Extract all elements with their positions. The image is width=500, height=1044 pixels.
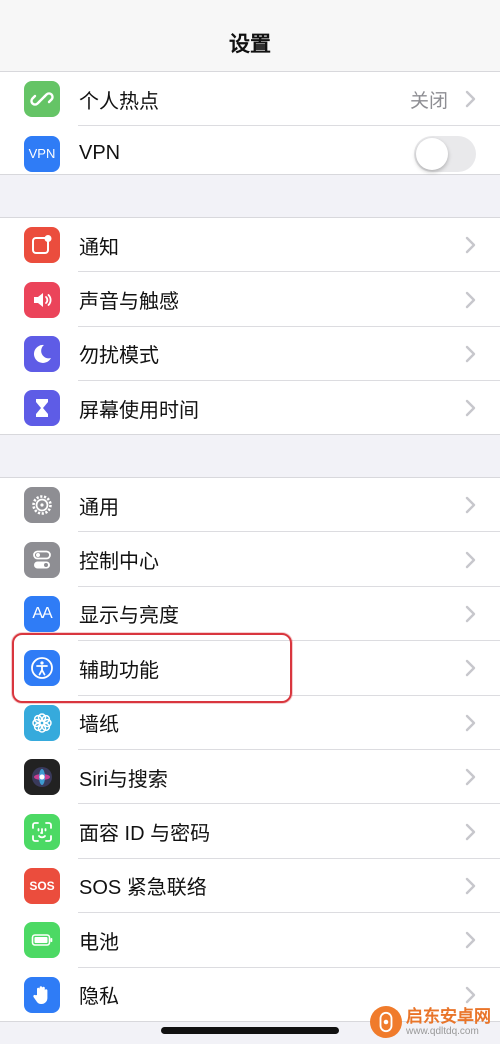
row-label: VPN <box>79 142 121 165</box>
row-label: 勿扰模式 <box>79 345 159 368</box>
row-battery[interactable]: 电池 <box>0 913 500 968</box>
row-label: 控制中心 <box>79 551 159 574</box>
hand-icon <box>24 976 60 1013</box>
chevron-right-icon <box>465 877 476 895</box>
row-label: 面容 ID 与密码 <box>79 823 211 846</box>
row-label: 个人热点 <box>79 90 159 113</box>
row-label: 显示与亮度 <box>79 605 179 628</box>
chevron-right-icon <box>465 399 476 417</box>
row-general[interactable]: 通用 <box>0 478 500 533</box>
row-vpn: VPN VPN <box>0 126 500 180</box>
row-accessibility[interactable]: 辅助功能 <box>0 641 500 696</box>
row-wallpaper[interactable]: 墙纸 <box>0 696 500 751</box>
settings-group-network: 个人热点 关闭 VPN VPN <box>0 72 500 175</box>
chevron-right-icon <box>465 551 476 569</box>
watermark-name: 启东安卓网 <box>406 1006 491 1026</box>
flower-icon <box>24 704 60 741</box>
row-label: 声音与触感 <box>79 291 179 314</box>
settings-group-notifications: 通知 声音与触感 勿扰模式 屏幕使用时间 <box>0 217 500 435</box>
row-label: Siri与搜索 <box>79 768 168 791</box>
row-notifications[interactable]: 通知 <box>0 218 500 273</box>
moon-icon <box>24 335 60 372</box>
watermark-url: www.qdltdq.com <box>406 1025 479 1037</box>
row-label: SOS 紧急联络 <box>79 877 207 900</box>
home-indicator[interactable] <box>161 1027 339 1034</box>
row-screen-time[interactable]: 屏幕使用时间 <box>0 381 500 435</box>
chevron-right-icon <box>465 768 476 786</box>
chevron-right-icon <box>465 986 476 1004</box>
hourglass-icon <box>24 390 60 427</box>
row-label: 通用 <box>79 496 119 519</box>
navigation-bar: 设置 <box>0 0 500 72</box>
chevron-right-icon <box>465 291 476 309</box>
row-personal-hotspot[interactable]: 个人热点 关闭 <box>0 72 500 127</box>
chevron-right-icon <box>465 823 476 841</box>
row-control-center[interactable]: 控制中心 <box>0 532 500 588</box>
battery-icon <box>24 922 60 959</box>
row-siri-search[interactable]: Siri与搜索 <box>0 750 500 805</box>
siri-icon <box>24 759 60 796</box>
vpn-icon: VPN <box>24 135 60 172</box>
row-sounds-haptics[interactable]: 声音与触感 <box>0 272 500 328</box>
row-do-not-disturb[interactable]: 勿扰模式 <box>0 327 500 382</box>
sos-icon: SOS <box>24 867 60 904</box>
chevron-right-icon <box>465 659 476 677</box>
chevron-right-icon <box>465 236 476 254</box>
chevron-right-icon <box>465 714 476 732</box>
row-emergency-sos[interactable]: SOS SOS 紧急联络 <box>0 859 500 914</box>
vpn-toggle[interactable] <box>414 135 476 172</box>
chevron-right-icon <box>465 931 476 949</box>
row-label: 隐私 <box>79 986 119 1009</box>
row-label: 电池 <box>79 931 119 954</box>
chevron-right-icon <box>465 496 476 514</box>
row-label: 屏幕使用时间 <box>79 399 199 422</box>
row-display-brightness[interactable]: AA 显示与亮度 <box>0 587 500 642</box>
chevron-right-icon <box>465 605 476 623</box>
settings-group-general: 通用 控制中心 AA 显示与亮度 辅助功能 墙纸 Siri与搜索 面容 ID 与… <box>0 477 500 1022</box>
watermark-logo-icon <box>370 1006 402 1038</box>
notifications-icon <box>24 227 60 264</box>
chevron-right-icon <box>465 90 476 108</box>
row-label: 通知 <box>79 236 119 259</box>
switches-icon <box>24 541 60 578</box>
hotspot-icon <box>24 81 60 118</box>
chevron-right-icon <box>465 345 476 363</box>
gear-icon <box>24 487 60 524</box>
page-title: 设置 <box>229 33 271 56</box>
face-id-icon <box>24 813 60 850</box>
accessibility-icon <box>24 650 60 687</box>
row-label: 墙纸 <box>79 714 119 737</box>
watermark: 启东安卓网 www.qdltdq.com <box>370 1002 498 1042</box>
row-face-id-passcode[interactable]: 面容 ID 与密码 <box>0 804 500 860</box>
row-label: 辅助功能 <box>79 659 159 682</box>
toggle-knob <box>416 137 448 170</box>
text-size-icon: AA <box>24 595 60 632</box>
hotspot-status-value: 关闭 <box>409 90 448 112</box>
speaker-icon <box>24 281 60 318</box>
